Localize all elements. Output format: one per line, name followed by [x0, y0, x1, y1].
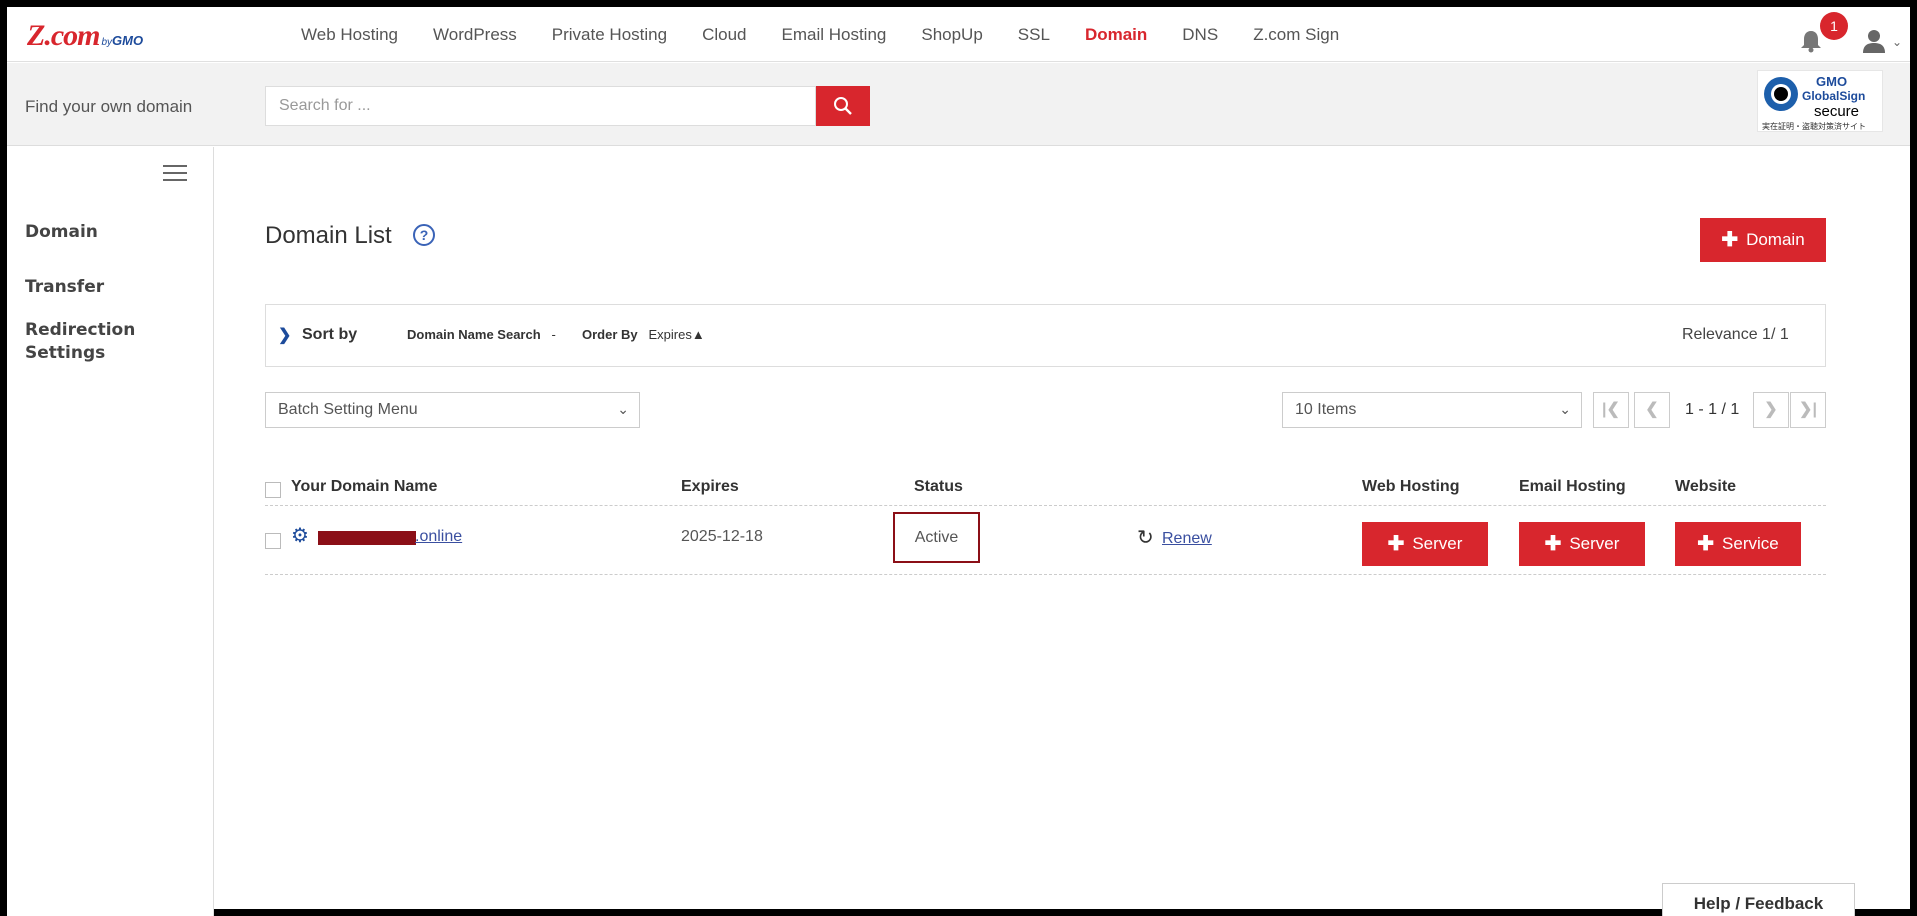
nav-domain[interactable]: Domain — [1085, 25, 1147, 45]
batch-setting-value: Batch Setting Menu — [278, 401, 418, 418]
chevron-down-icon[interactable]: ⌄ — [1892, 35, 1902, 49]
web-hosting-server-label: Server — [1412, 534, 1463, 553]
top-navigation: Z.com by GMO Web Hosting WordPress Priva… — [7, 7, 1910, 62]
nav-dns[interactable]: DNS — [1182, 25, 1218, 45]
row-checkbox[interactable] — [265, 533, 281, 549]
hamburger-menu-icon[interactable] — [163, 165, 187, 181]
website-service-label: Service — [1722, 534, 1779, 553]
add-email-hosting-server-button[interactable]: ✚ Server — [1519, 522, 1645, 566]
nav-web-hosting[interactable]: Web Hosting — [301, 25, 398, 45]
col-domain-name[interactable]: Your Domain Name — [291, 478, 437, 496]
sort-order-by: Order By Expires▲ — [582, 327, 705, 342]
domain-link[interactable]: .online — [415, 528, 462, 546]
globalsign-caption: 実在証明・盗聴対策済サイト — [1762, 122, 1866, 131]
sort-domain-search-value: - — [551, 327, 556, 342]
add-domain-label: Domain — [1746, 230, 1805, 249]
col-email-hosting: Email Hosting — [1519, 478, 1626, 495]
sidebar-item-transfer[interactable]: Transfer — [25, 276, 104, 299]
chevron-down-icon: ⌄ — [1559, 401, 1571, 417]
logo-main: Z.com — [27, 19, 100, 52]
renew-link[interactable]: Renew — [1162, 530, 1212, 548]
items-per-page-value: 10 Items — [1295, 401, 1357, 418]
sidebar: Domain Transfer Redirection Settings — [7, 147, 214, 916]
plus-icon: ✚ — [1387, 533, 1405, 555]
sort-domain-search: Domain Name Search - — [407, 327, 556, 342]
plus-icon: ✚ — [1721, 229, 1739, 251]
user-icon[interactable] — [1862, 29, 1886, 53]
col-expires[interactable]: Expires — [681, 478, 739, 496]
pager-first-button[interactable]: |❮ — [1593, 392, 1629, 428]
zcom-logo[interactable]: Z.com by GMO — [27, 19, 144, 52]
sidebar-item-domain[interactable]: Domain — [25, 221, 98, 244]
redacted-domain-part — [318, 531, 416, 545]
sort-bar: ❯ Sort by Domain Name Search - Order By … — [265, 304, 1826, 367]
plus-icon: ✚ — [1697, 533, 1715, 555]
items-per-page-select[interactable]: 10 Items ⌄ — [1282, 392, 1582, 428]
nav-cloud[interactable]: Cloud — [702, 25, 746, 45]
nav-private-hosting[interactable]: Private Hosting — [552, 25, 667, 45]
nav-zcom-sign[interactable]: Z.com Sign — [1253, 25, 1339, 45]
logo-gmo: GMO — [112, 33, 144, 48]
globalsign-secure: secure — [1814, 103, 1860, 120]
chevron-right-icon[interactable]: ❯ — [278, 325, 291, 345]
search-band: Find your own domain GMO GlobalSign secu… — [7, 63, 1910, 146]
page-title: Domain List — [265, 222, 392, 249]
email-hosting-server-label: Server — [1569, 534, 1620, 553]
gear-icon[interactable]: ⚙ — [291, 523, 309, 548]
col-website: Website — [1675, 478, 1737, 495]
status-badge: Active — [893, 512, 980, 563]
expires-value: 2025-12-18 — [681, 528, 763, 545]
sort-order-by-name: Order By — [582, 327, 638, 342]
nav-ssl[interactable]: SSL — [1018, 25, 1050, 45]
find-domain-label: Find your own domain — [25, 97, 193, 116]
globalsign-seal[interactable]: GMO GlobalSign secure 実在証明・盗聴対策済サイト — [1757, 70, 1883, 132]
table-header: Your Domain Name Expires Status Web Host… — [265, 472, 1826, 506]
help-feedback-button[interactable]: Help / Feedback — [1662, 883, 1855, 916]
domain-search-input[interactable] — [265, 86, 816, 126]
plus-icon: ✚ — [1544, 533, 1562, 555]
add-domain-button[interactable]: ✚ Domain — [1700, 218, 1826, 262]
pager-last-button[interactable]: ❯| — [1790, 392, 1826, 428]
nav-links: Web Hosting WordPress Private Hosting Cl… — [301, 7, 1374, 62]
relevance-count: Relevance 1/ 1 — [1682, 326, 1789, 343]
table-row: ⚙ .online 2025-12-18 Active ↻ Renew ✚ Se… — [265, 507, 1826, 575]
search-button[interactable] — [816, 86, 870, 126]
chevron-down-icon: ⌄ — [617, 401, 629, 417]
globalsign-eye-icon — [1764, 77, 1798, 111]
nav-shopup[interactable]: ShopUp — [921, 25, 982, 45]
add-web-hosting-server-button[interactable]: ✚ Server — [1362, 522, 1488, 566]
sort-domain-search-name: Domain Name Search — [407, 327, 541, 342]
notification-badge: 1 — [1820, 12, 1848, 40]
pager-next-button[interactable]: ❯ — [1753, 392, 1789, 428]
sort-by-label[interactable]: Sort by — [302, 326, 357, 344]
sort-order-by-value: Expires▲ — [648, 327, 705, 342]
col-status[interactable]: Status — [914, 478, 963, 496]
logo-by: by — [101, 37, 113, 48]
select-all-checkbox[interactable] — [265, 482, 281, 498]
col-web-hosting: Web Hosting — [1362, 478, 1460, 495]
globalsign-gmo: GMO — [1816, 74, 1848, 89]
bell-icon[interactable] — [1800, 29, 1822, 53]
renew-icon[interactable]: ↻ — [1137, 525, 1154, 550]
pager-range: 1 - 1 / 1 — [1685, 401, 1740, 418]
add-website-service-button[interactable]: ✚ Service — [1675, 522, 1801, 566]
globalsign-name: GlobalSign — [1802, 89, 1866, 103]
pager-prev-button[interactable]: ❮ — [1634, 392, 1670, 428]
help-icon[interactable]: ? — [413, 224, 435, 246]
sidebar-item-redirection-settings[interactable]: Redirection Settings — [25, 319, 175, 365]
nav-wordpress[interactable]: WordPress — [433, 25, 517, 45]
nav-email-hosting[interactable]: Email Hosting — [781, 25, 886, 45]
search-icon — [834, 97, 852, 115]
batch-setting-select[interactable]: Batch Setting Menu ⌄ — [265, 392, 640, 428]
